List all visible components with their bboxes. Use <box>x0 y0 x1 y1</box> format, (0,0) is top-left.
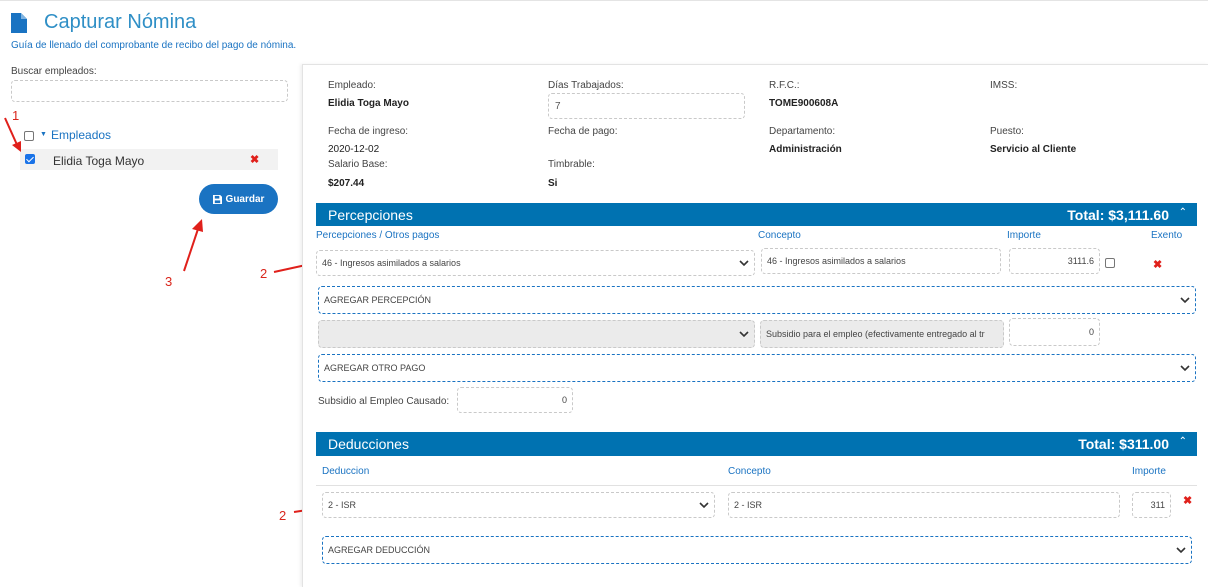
col-percepciones-exento: Exento <box>1151 230 1183 241</box>
annotation-number-2b: 2 <box>279 508 287 523</box>
add-otro-pago-label: AGREGAR OTRO PAGO <box>324 363 426 373</box>
empleado-label: Empleado: <box>328 80 376 91</box>
chevron-up-icon[interactable]: ⌃ <box>1179 207 1187 218</box>
deduccion-concepto-input[interactable]: 2 - ISR <box>728 492 1120 518</box>
percepcion-importe-value: 3111.6 <box>1067 256 1094 266</box>
save-button[interactable]: Guardar <box>199 184 278 214</box>
percepcion-type-value: 46 - Ingresos asimilados a salarios <box>322 258 461 268</box>
tree-root-employees[interactable]: Empleados <box>51 128 111 142</box>
percepciones-total: Total: $3,111.60 <box>1067 207 1169 223</box>
subsidio-causado-label: Subsidio al Empleo Causado: <box>318 396 450 407</box>
deducciones-header[interactable]: Deducciones Total: $311.00 ⌃ <box>316 432 1197 456</box>
col-percepciones-tipo: Percepciones / Otros pagos <box>316 230 440 241</box>
puesto-label: Puesto: <box>990 126 1024 137</box>
caret-down-icon[interactable]: ▼ <box>40 131 47 138</box>
timbrable-value: Si <box>548 178 558 189</box>
otro-pago-concepto-value: Subsidio para el empleo (efectivamente e… <box>766 329 985 339</box>
col-deduccion-concepto: Concepto <box>728 466 771 477</box>
chevron-up-icon[interactable]: ⌃ <box>1179 436 1187 447</box>
save-button-label: Guardar <box>225 193 265 205</box>
otro-pago-type-select[interactable] <box>318 320 755 348</box>
remove-percepcion-icon[interactable]: ✖ <box>1153 258 1162 271</box>
subsidio-causado-input[interactable]: 0 <box>457 387 573 413</box>
chevron-down-icon <box>1180 297 1190 304</box>
percepcion-type-select[interactable]: 46 - Ingresos asimilados a salarios <box>316 250 755 276</box>
salario-base-label: Salario Base: <box>328 159 388 170</box>
remove-employee-icon[interactable]: ✖ <box>250 153 259 166</box>
deduccion-importe-input[interactable]: 311 <box>1132 492 1171 518</box>
page-title: Capturar Nómina <box>44 11 197 33</box>
percepcion-concepto-input[interactable]: 46 - Ingresos asimilados a salarios <box>761 248 1001 274</box>
puesto-value: Servicio al Cliente <box>990 144 1077 155</box>
add-otro-pago-select[interactable]: AGREGAR OTRO PAGO <box>318 354 1196 382</box>
deducciones-title: Deducciones <box>328 436 409 452</box>
deducciones-total: Total: $311.00 <box>1078 436 1169 452</box>
employee-name: Elidia Toga Mayo <box>53 154 145 168</box>
otro-pago-importe-input[interactable]: 0 <box>1009 318 1100 346</box>
col-percepciones-importe: Importe <box>1007 230 1041 241</box>
chevron-down-icon <box>739 331 749 338</box>
add-percepcion-label: AGREGAR PERCEPCIÓN <box>324 295 432 305</box>
top-border <box>0 0 1208 1</box>
departamento-value: Administración <box>769 144 842 155</box>
deduccion-importe-value: 311 <box>1150 500 1165 510</box>
deduccion-type-select[interactable]: 2 - ISR <box>322 492 715 518</box>
otro-pago-importe-value: 0 <box>1088 327 1094 337</box>
chevron-down-icon <box>699 502 709 509</box>
dias-trabajados-label: Días Trabajados: <box>548 80 624 91</box>
page-subtitle: Guía de llenado del comprobante de recib… <box>11 40 297 51</box>
add-percepcion-select[interactable]: AGREGAR PERCEPCIÓN <box>318 286 1196 314</box>
chevron-down-icon <box>739 260 749 267</box>
dias-trabajados-input[interactable] <box>548 93 745 119</box>
salario-base-value: $207.44 <box>328 178 365 189</box>
annotation-arrow-3 <box>183 219 203 272</box>
chevron-down-icon <box>1180 365 1190 372</box>
percepcion-importe-input[interactable]: 3111.6 <box>1009 248 1100 274</box>
col-deduccion-importe: Importe <box>1132 466 1166 477</box>
otro-pago-concepto-input[interactable]: Subsidio para el empleo (efectivamente e… <box>760 320 1004 348</box>
rfc-value: TOME900608A <box>769 98 839 109</box>
percepciones-header[interactable]: Percepciones Total: $3,111.60 ⌃ <box>316 203 1197 226</box>
subsidio-causado-value: 0 <box>561 395 567 405</box>
imss-label: IMSS: <box>990 80 1018 91</box>
fecha-ingreso-value: 2020-12-02 <box>328 144 380 155</box>
timbrable-label: Timbrable: <box>548 159 595 170</box>
percepcion-concepto-value: 46 - Ingresos asimilados a salarios <box>767 256 906 266</box>
deduccion-type-value: 2 - ISR <box>328 500 357 510</box>
col-deduccion-tipo: Deduccion <box>322 466 370 477</box>
fecha-pago-label: Fecha de pago: <box>548 126 618 137</box>
annotation-arrow-1 <box>4 117 21 152</box>
annotation-number-3: 3 <box>165 274 173 289</box>
floppy-disk-icon <box>212 194 222 204</box>
annotation-number-2a: 2 <box>260 266 268 281</box>
exento-checkbox[interactable] <box>1105 258 1115 268</box>
search-label: Buscar empleados: <box>11 66 97 77</box>
search-employees-input[interactable] <box>11 80 288 102</box>
empleado-value: Elidia Toga Mayo <box>328 98 409 109</box>
fecha-ingreso-label: Fecha de ingreso: <box>328 126 409 137</box>
chevron-down-icon <box>1176 547 1186 554</box>
percepciones-title: Percepciones <box>328 207 413 223</box>
document-icon <box>11 13 27 33</box>
add-deduccion-label: AGREGAR DEDUCCIÓN <box>328 545 431 555</box>
deducciones-divider <box>316 485 1197 486</box>
add-deduccion-select[interactable]: AGREGAR DEDUCCIÓN <box>322 536 1192 564</box>
deduccion-concepto-value: 2 - ISR <box>734 500 763 510</box>
col-percepciones-concepto: Concepto <box>758 230 801 241</box>
departamento-label: Departamento: <box>769 126 836 137</box>
rfc-label: R.F.C.: <box>769 80 800 91</box>
remove-deduccion-icon[interactable]: ✖ <box>1183 494 1192 507</box>
